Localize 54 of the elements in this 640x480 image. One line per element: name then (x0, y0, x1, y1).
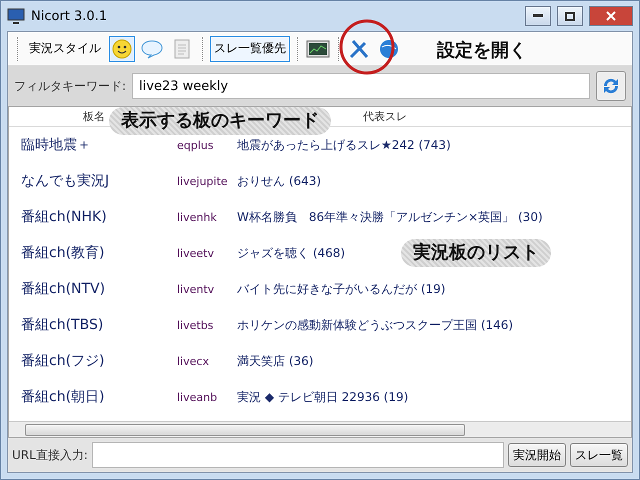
close-button[interactable] (589, 6, 633, 26)
board-name: 番組ch(TBS) (21, 316, 104, 334)
board-name: 番組ch(教育) (21, 244, 104, 262)
board-id: livejupite (177, 174, 228, 188)
smiley-icon (112, 38, 132, 58)
board-name: なんでも実況J (21, 172, 110, 190)
board-name: 番組ch(朝日) (21, 388, 104, 406)
maximize-icon (565, 12, 575, 20)
board-id: livecx (177, 354, 209, 368)
filter-label: フィルタキーワード: (14, 78, 126, 94)
board-name: 番組ch(NTV) (21, 280, 106, 298)
style-button[interactable] (109, 36, 135, 62)
thread-title: おりせん (643) (237, 172, 322, 190)
column-header[interactable]: 代表スレ (363, 107, 407, 127)
speech-balloon-icon (141, 38, 163, 58)
board-name: 臨時地震＋ (21, 136, 91, 154)
globe-icon (379, 38, 399, 58)
chart-screen-icon (306, 40, 330, 58)
action-button[interactable]: スレ一覧 (570, 443, 628, 467)
board-name: 番組ch(NHK) (21, 208, 107, 226)
thread-title: ホリケンの感動新体験どうぶつスクープ王国 (146) (237, 316, 514, 334)
board-id: eqplus (177, 138, 214, 152)
annotation-text: 設定を開く (436, 39, 528, 63)
thread-priority-button[interactable]: スレ一覧優先 (210, 36, 290, 62)
refresh-button[interactable] (596, 71, 626, 101)
annotation-text: 表示する板のキーワード (109, 107, 331, 135)
thread-title: 満天笑店 (36) (237, 352, 314, 370)
thread-title: 実況 ◆ テレビ朝日 22936 (19) (237, 388, 408, 406)
minimize-button[interactable] (525, 6, 551, 26)
monitor-icon (7, 8, 25, 24)
horizontal-scrollbar[interactable] (9, 421, 631, 437)
board-id: liveetv (177, 246, 214, 260)
board-id: livenhk (177, 210, 217, 224)
thread-title: 地震があったら上げるスレ★242 (743) (237, 136, 451, 154)
style-label: 実況スタイル (28, 40, 102, 57)
maximize-button[interactable] (557, 6, 583, 26)
annotation-text: 実況板のリスト (401, 239, 551, 267)
thread-title: バイト先に好きな子がいるんだが (19) (237, 280, 446, 298)
action-button[interactable]: 実況開始 (508, 443, 566, 467)
board-name: 番組ch(フジ) (21, 352, 104, 370)
thread-title: ジャズを聴く (468) (237, 244, 346, 262)
url-label: URL直接入力: (12, 446, 88, 464)
filter-field[interactable]: live23 weekly (132, 73, 590, 99)
annotation-circle (337, 19, 397, 75)
url-field[interactable] (92, 442, 504, 468)
minimize-icon (533, 14, 543, 18)
close-icon (606, 11, 616, 21)
board-id: liveanb (177, 390, 218, 404)
document-icon (174, 38, 190, 58)
column-header[interactable]: 板名 (83, 107, 105, 127)
board-id: livetbs (177, 318, 214, 332)
thread-title: W杯名勝負 86年準々決勝「アルゼンチン×英国」 (30) (237, 208, 543, 226)
window-title: Nicort 3.0.1 (31, 8, 108, 24)
board-id: liventv (177, 282, 214, 296)
